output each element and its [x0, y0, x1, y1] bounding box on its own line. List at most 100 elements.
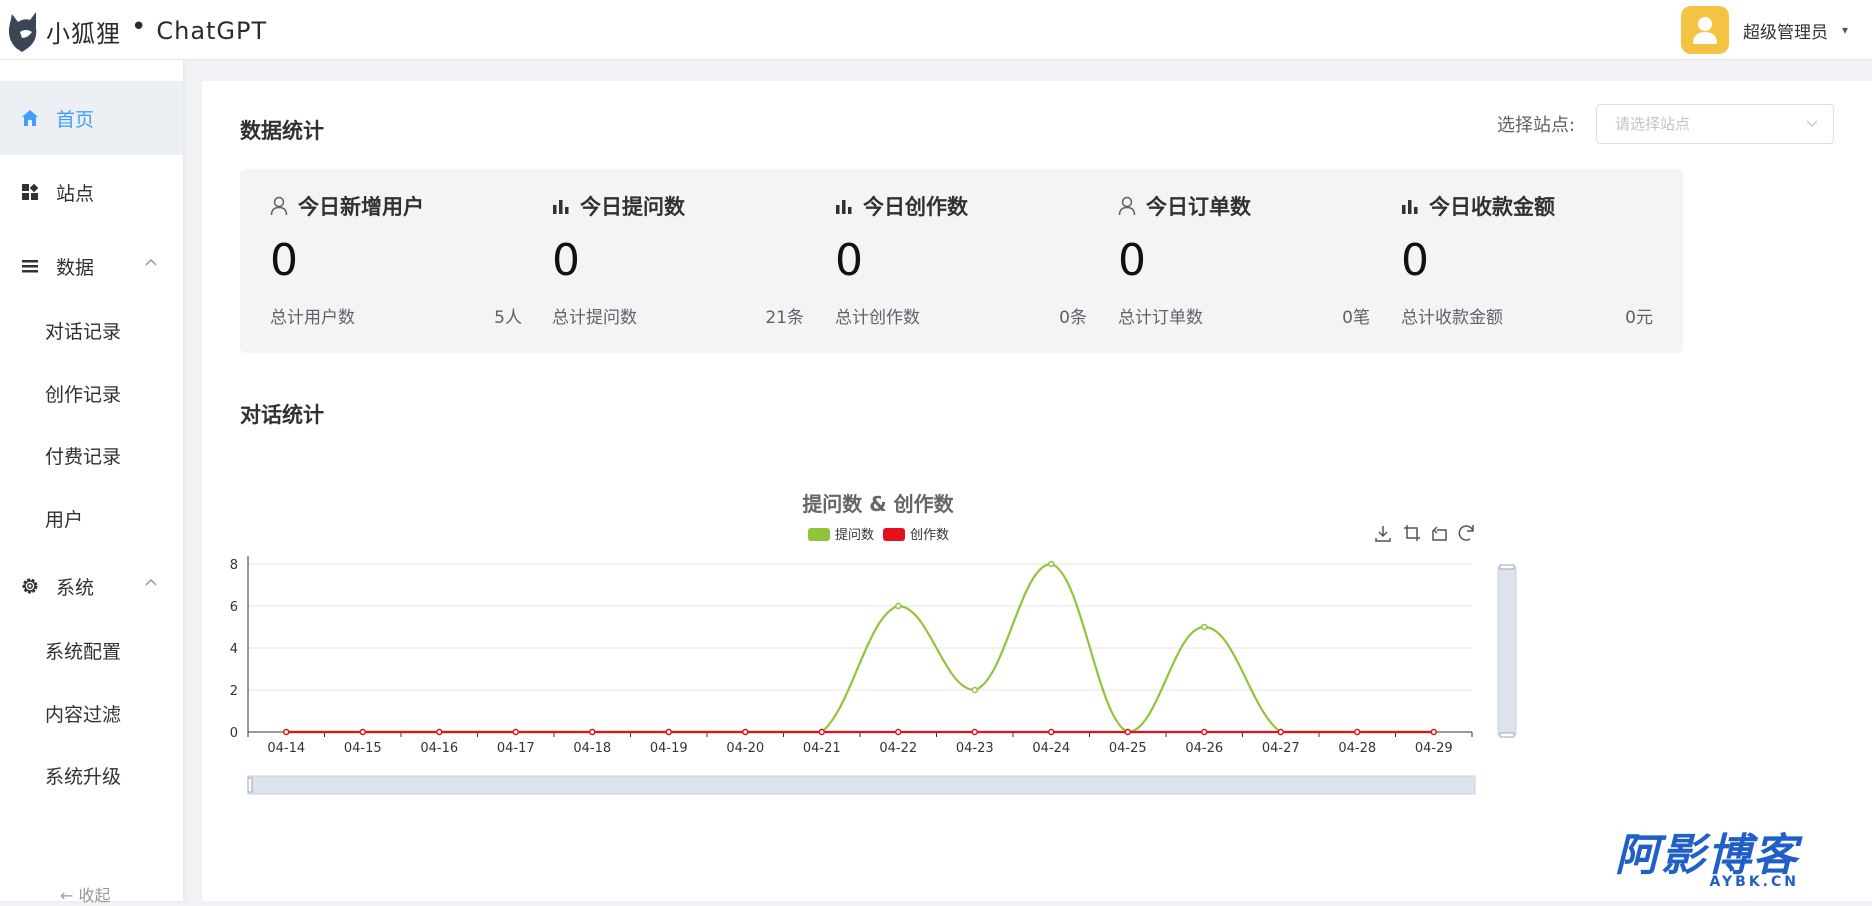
y-zoom-handle-bottom[interactable] — [1499, 732, 1515, 738]
logo-text: 小狐狸 — [46, 19, 121, 48]
sidebar-item-home[interactable]: 首页 — [0, 81, 183, 155]
stat-card-total-value: 0条 — [1059, 308, 1087, 328]
sidebar-item-system[interactable]: 系统 — [0, 549, 183, 623]
stat-card-title-text: 今日收款金额 — [1429, 195, 1555, 219]
y-zoom-slider[interactable] — [1497, 566, 1517, 736]
chevron-down-icon — [1806, 120, 1818, 127]
download-icon[interactable] — [1375, 526, 1391, 542]
stat-card-title: 今日订单数 — [1118, 191, 1251, 221]
stat-card-title: 今日收款金额 — [1401, 191, 1555, 221]
data-point[interactable] — [1124, 728, 1131, 736]
crop-icon[interactable] — [1404, 525, 1420, 541]
stat-card-total-label: 总计收款金额 — [1401, 308, 1503, 328]
data-point[interactable] — [1277, 728, 1284, 736]
sidebar-item-system-upgrade[interactable]: 系统升级 — [0, 745, 183, 805]
x-tick-label: 04-16 — [420, 741, 458, 756]
data-point[interactable] — [1354, 728, 1361, 736]
stat-card: 今日提问数 0 总计提问数 21条 — [522, 169, 834, 353]
x-tick-label: 04-29 — [1415, 741, 1453, 756]
station-select[interactable]: 请选择站点 — [1596, 104, 1834, 144]
data-point[interactable] — [1048, 560, 1055, 568]
sidebar-item-payment-records[interactable]: 付费记录 — [0, 425, 183, 485]
data-point[interactable] — [818, 728, 825, 736]
sidebar-item-data[interactable]: 数据 — [0, 229, 183, 303]
chart-title: 提问数 & 创作数 — [802, 492, 954, 516]
x-zoom-slider[interactable] — [247, 775, 1476, 795]
gear-icon — [20, 576, 40, 596]
chevron-up-icon — [145, 579, 157, 586]
stat-card-value: 0 — [270, 235, 298, 286]
data-point[interactable] — [665, 728, 672, 736]
refresh-icon[interactable] — [1458, 525, 1474, 541]
legend-swatch[interactable] — [808, 528, 830, 541]
conversation-title: 对话统计 — [240, 403, 324, 427]
stat-card-total-value: 21条 — [765, 308, 804, 328]
data-point[interactable] — [1201, 623, 1208, 631]
bar-chart-icon — [1401, 196, 1421, 216]
collapse-sidebar-button[interactable]: ← 收起 — [60, 882, 111, 906]
x-zoom-handle[interactable] — [247, 777, 253, 793]
stat-card-value: 0 — [1118, 235, 1146, 286]
y-tick-label: 4 — [230, 642, 238, 657]
sidebar-item-label: 数据 — [56, 256, 95, 279]
x-tick-label: 04-17 — [497, 741, 535, 756]
list-icon — [20, 256, 40, 276]
watermark-text: 阿影博客 — [1615, 830, 1799, 881]
stat-card-title: 今日提问数 — [552, 191, 685, 221]
data-point[interactable] — [589, 728, 596, 736]
data-point[interactable] — [971, 728, 978, 736]
x-tick-label: 04-26 — [1185, 741, 1223, 756]
user-name[interactable]: 超级管理员 — [1743, 18, 1828, 43]
data-point[interactable] — [1430, 728, 1437, 736]
legend-label[interactable]: 提问数 — [835, 527, 874, 543]
legend-swatch[interactable] — [883, 528, 905, 541]
data-point[interactable] — [436, 728, 443, 736]
legend-label[interactable]: 创作数 — [910, 528, 949, 543]
data-point[interactable] — [971, 686, 978, 694]
x-tick-label: 04-28 — [1338, 741, 1376, 756]
data-point[interactable] — [895, 728, 902, 736]
user-icon — [1118, 196, 1138, 216]
stat-card-title-text: 今日创作数 — [863, 195, 968, 219]
crop-back-icon[interactable] — [1432, 526, 1447, 541]
sidebar-item-system-config[interactable]: 系统配置 — [0, 620, 183, 680]
app-logo[interactable]: 小狐狸 • ChatGPT — [6, 8, 267, 54]
data-point[interactable] — [283, 728, 290, 736]
sidebar-item-sites[interactable]: 站点 — [0, 155, 183, 229]
x-tick-label: 04-24 — [1032, 741, 1070, 756]
user-avatar-icon — [1692, 17, 1717, 44]
logo-separator: • — [131, 12, 147, 42]
y-tick-label: 6 — [230, 600, 238, 615]
sidebar-item-creation-records[interactable]: 创作记录 — [0, 363, 183, 423]
user-menu[interactable]: 超级管理员 ▾ — [1680, 6, 1848, 54]
sidebar-item-chat-records[interactable]: 对话记录 — [0, 300, 183, 360]
y-zoom-handle-top[interactable] — [1499, 564, 1515, 570]
data-point[interactable] — [895, 602, 902, 610]
station-select-placeholder: 请选择站点 — [1615, 115, 1691, 133]
x-tick-label: 04-18 — [573, 741, 611, 756]
stat-card-title-text: 今日新增用户 — [298, 195, 424, 219]
caret-down-icon[interactable]: ▾ — [1842, 23, 1848, 37]
sidebar-item-content-filter[interactable]: 内容过滤 — [0, 683, 183, 743]
bar-chart-icon — [835, 196, 855, 216]
stat-card-total-value: 0笔 — [1342, 308, 1370, 328]
data-point[interactable] — [742, 728, 749, 736]
bar-chart-icon — [552, 196, 572, 216]
sidebar-item-label: 首页 — [56, 108, 95, 131]
stat-card-title: 今日创作数 — [835, 191, 968, 221]
stat-card-title-text: 今日订单数 — [1146, 195, 1251, 219]
x-tick-label: 04-20 — [726, 741, 764, 756]
stat-card-total-label: 总计订单数 — [1118, 308, 1203, 328]
data-point[interactable] — [1201, 728, 1208, 736]
stat-card-value: 0 — [835, 235, 863, 286]
stat-card-total-label: 总计用户数 — [270, 308, 355, 328]
data-point[interactable] — [359, 728, 366, 736]
x-tick-label: 04-21 — [803, 741, 841, 756]
sidebar-item-users[interactable]: 用户 — [0, 488, 183, 548]
data-point[interactable] — [512, 728, 519, 736]
avatar[interactable] — [1680, 6, 1729, 54]
data-point[interactable] — [1048, 728, 1055, 736]
y-tick-label: 2 — [230, 684, 238, 699]
watermark-logo: 阿影博客 AYBK.CN — [1615, 830, 1799, 891]
stat-card-total-label: 总计创作数 — [835, 308, 920, 328]
